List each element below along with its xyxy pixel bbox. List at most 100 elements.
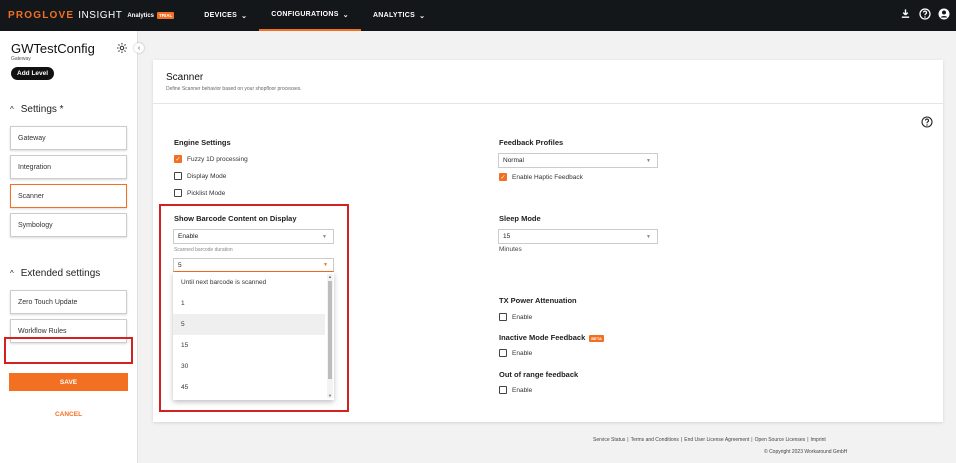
picklist-mode-label: Picklist Mode (187, 189, 226, 197)
config-title: GWTestConfig (11, 41, 95, 56)
sidebar: GWTestConfig Gateway ‹ Add Level ^ Setti… (0, 31, 144, 463)
fuzzy-1d-label: Fuzzy 1D processing (187, 155, 248, 163)
footer-link-imprint[interactable]: Imprint (811, 437, 826, 443)
sidebar-item-zero-touch-update[interactable]: Zero Touch Update (10, 290, 127, 314)
checkbox-icon[interactable] (499, 349, 507, 357)
barcode-duration-dropdown: Until next barcode is scanned 1 5 15 30 … (173, 272, 334, 400)
help-circle-icon[interactable] (918, 7, 931, 20)
config-subtitle: Gateway (11, 56, 31, 62)
inactive-mode-heading: Inactive Mode Feedback BETA (499, 333, 604, 342)
footer-links: Service Status | Terms and Conditions | En… (593, 437, 826, 443)
chevron-down-icon: ⌄ (241, 12, 248, 20)
checkbox-checked-icon[interactable]: ✓ (174, 155, 182, 163)
inactive-mode-checkbox-row[interactable]: Enable (499, 349, 532, 357)
save-highlight-frame (4, 337, 133, 364)
download-icon[interactable] (899, 7, 912, 20)
checkbox-icon[interactable] (174, 189, 182, 197)
barcode-display-heading: Show Barcode Content on Display (174, 214, 297, 223)
sleep-mode-unit: Minutes (499, 246, 522, 253)
extended-section-toggle[interactable]: ^ Extended settings (10, 268, 100, 279)
card-divider (153, 103, 943, 104)
beta-badge: BETA (589, 334, 604, 342)
nav-analytics[interactable]: ANALYTICS ⌄ (361, 0, 437, 31)
dropdown-option[interactable]: Until next barcode is scanned (173, 272, 325, 293)
save-button[interactable]: SAVE (9, 373, 128, 391)
sleep-mode-heading: Sleep Mode (499, 214, 541, 223)
tx-power-checkbox-row[interactable]: Enable (499, 313, 532, 321)
footer-link-service-status[interactable]: Service Status (593, 437, 625, 443)
feedback-profile-value: Normal (503, 157, 524, 164)
barcode-display-select[interactable]: Enable ▼ (173, 229, 334, 244)
dropdown-arrow-icon: ▼ (646, 234, 651, 240)
scanned-barcode-duration-label: Scanned barcode duration (174, 247, 233, 253)
out-of-range-checkbox-row[interactable]: Enable (499, 386, 532, 394)
nav-analytics-label: ANALYTICS (372, 12, 416, 19)
brand-logo[interactable]: PROGLOVE INSIGHT Analytics TRIAL (8, 10, 175, 21)
sidebar-item-gateway[interactable]: Gateway (10, 126, 127, 150)
chevron-up-icon: ^ (10, 269, 14, 278)
trial-badge: TRIAL (157, 12, 175, 19)
cancel-button[interactable]: CANCEL (9, 407, 128, 421)
scroll-up-icon[interactable]: ▲ (327, 274, 333, 279)
inactive-mode-enable-label: Enable (512, 349, 533, 357)
engine-settings-heading: Engine Settings (174, 138, 231, 147)
copyright-text: © Copyright 2023 Workaround GmbH (764, 449, 848, 455)
checkbox-icon[interactable] (174, 172, 182, 180)
card-title: Scanner (166, 72, 204, 83)
footer-link-eula[interactable]: End User License Agreement (684, 437, 749, 443)
sidebar-item-integration[interactable]: Integration (10, 155, 127, 179)
card-description: Define Scanner behavior based on your sh… (166, 86, 302, 92)
brand-name: PROGLOVE (8, 10, 75, 21)
dropdown-option[interactable]: 1 (173, 293, 325, 314)
dropdown-option[interactable]: 30 (173, 356, 325, 377)
settings-section-toggle[interactable]: ^ Settings * (10, 104, 64, 115)
tx-power-enable-label: Enable (512, 313, 533, 321)
nav-configurations[interactable]: CONFIGURATIONS ⌄ (259, 0, 361, 31)
dropdown-scrollbar[interactable]: ▲ ▼ (327, 274, 333, 398)
scrollbar-thumb[interactable] (328, 281, 332, 379)
sleep-mode-value: 15 (503, 233, 511, 240)
checkbox-icon[interactable] (499, 313, 507, 321)
nav-devices[interactable]: DEVICES ⌄ (192, 0, 259, 31)
barcode-display-value: Enable (178, 233, 199, 240)
chevron-down-icon: ⌄ (419, 12, 426, 20)
top-bar: PROGLOVE INSIGHT Analytics TRIAL DEVICES… (0, 0, 956, 31)
help-icon[interactable] (921, 115, 933, 128)
nav-devices-label: DEVICES (204, 12, 238, 19)
chevron-down-icon: ⌄ (342, 11, 349, 19)
dropdown-option[interactable]: 15 (173, 335, 325, 356)
dropdown-option-selected[interactable]: 5 (173, 314, 325, 335)
sidebar-item-symbology[interactable]: Symbology (10, 213, 127, 237)
scroll-down-icon[interactable]: ▼ (327, 393, 333, 398)
gear-icon[interactable] (116, 41, 128, 53)
dropdown-arrow-icon: ▼ (322, 234, 327, 240)
checkbox-icon[interactable] (499, 386, 507, 394)
out-of-range-heading: Out of range feedback (499, 370, 579, 379)
haptic-feedback-checkbox-row[interactable]: ✓ Enable Haptic Feedback (499, 173, 583, 181)
barcode-duration-value: 5 (178, 261, 182, 269)
settings-heading: Settings * (20, 104, 64, 115)
picklist-mode-checkbox-row[interactable]: Picklist Mode (174, 189, 225, 197)
footer-link-terms[interactable]: Terms and Conditions (631, 437, 679, 443)
feedback-profiles-heading: Feedback Profiles (499, 138, 564, 147)
barcode-duration-select[interactable]: 5 ▼ (173, 258, 334, 272)
brand-product: INSIGHT (78, 10, 123, 21)
footer-link-open-source[interactable]: Open Source Licenses (755, 437, 806, 443)
sidebar-item-scanner[interactable]: Scanner (10, 184, 127, 208)
sleep-mode-select[interactable]: 15 ▼ (498, 229, 658, 244)
fuzzy-1d-checkbox-row[interactable]: ✓ Fuzzy 1D processing (174, 155, 248, 163)
display-mode-label: Display Mode (187, 172, 227, 180)
brand-module: Analytics (127, 12, 155, 19)
add-level-button[interactable]: Add Level (11, 67, 55, 80)
dropdown-option[interactable]: 45 (173, 377, 325, 398)
checkbox-checked-icon[interactable]: ✓ (499, 173, 507, 181)
chevron-up-icon: ^ (10, 105, 14, 114)
nav-configurations-label: CONFIGURATIONS (271, 11, 339, 18)
tx-power-heading: TX Power Attenuation (499, 296, 577, 305)
main-nav: DEVICES ⌄ CONFIGURATIONS ⌄ ANALYTICS ⌄ (192, 0, 437, 31)
collapse-sidebar-icon[interactable]: ‹ (134, 43, 144, 53)
account-icon[interactable] (937, 7, 950, 20)
feedback-profile-select[interactable]: Normal ▼ (498, 153, 658, 168)
extended-heading: Extended settings (20, 268, 101, 279)
display-mode-checkbox-row[interactable]: Display Mode (174, 172, 226, 180)
